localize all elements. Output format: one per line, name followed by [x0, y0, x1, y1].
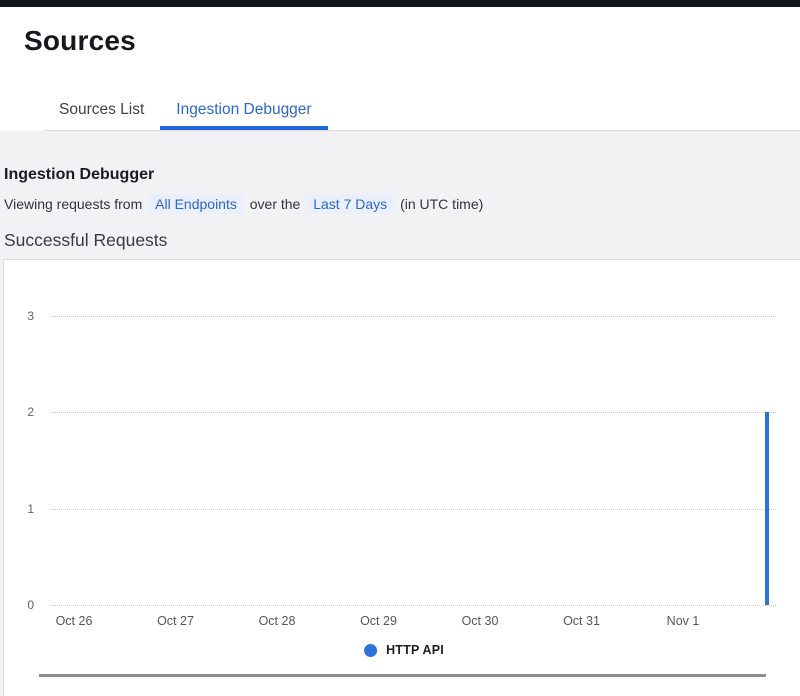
viewing-prefix-text: Viewing requests from	[4, 196, 142, 212]
section-heading: Ingestion Debugger	[3, 166, 800, 184]
window-titlebar	[0, 0, 800, 7]
viewing-suffix-text: (in UTC time)	[400, 196, 483, 212]
xtick-label-6: Nov 1	[641, 614, 725, 628]
horizontal-scrollbar[interactable]	[39, 674, 766, 677]
chart-title: Successful Requests	[3, 230, 800, 251]
date-range-filter-dropdown[interactable]: Last 7 Days	[306, 194, 394, 214]
tab-bar: Sources List Ingestion Debugger	[43, 93, 800, 131]
gridline-y-1	[51, 509, 776, 510]
gridline-y-2	[51, 412, 776, 413]
successful-requests-chart: 0 1 2 3 Oct 26 Oct 27 Oct 28 Oct 29 Oct 30 Oct 3…	[3, 259, 800, 696]
viewing-middle-text: over the	[250, 196, 301, 212]
xtick-label-3: Oct 29	[337, 614, 421, 628]
bar-http-api[interactable]	[765, 412, 769, 605]
ytick-label-2: 2	[4, 404, 34, 420]
xtick-label-0: Oct 26	[32, 614, 116, 628]
legend-series-label: HTTP API	[386, 643, 444, 657]
ytick-label-0: 0	[4, 597, 34, 613]
ingestion-debugger-panel: Ingestion Debugger Viewing requests from…	[0, 131, 800, 696]
legend-series-dot-icon	[364, 644, 377, 657]
gridline-y-0	[51, 605, 776, 606]
tab-sources-list[interactable]: Sources List	[43, 93, 160, 130]
viewing-description: Viewing requests from All Endpoints over…	[3, 194, 800, 214]
page-header: Sources Sources List Ingestion Debugger	[0, 7, 800, 131]
gridline-y-3	[51, 316, 776, 317]
page-title: Sources	[24, 22, 800, 60]
chart-legend[interactable]: HTTP API	[364, 643, 444, 657]
xtick-label-4: Oct 30	[438, 614, 522, 628]
tab-ingestion-debugger[interactable]: Ingestion Debugger	[160, 93, 327, 130]
xtick-label-5: Oct 31	[540, 614, 624, 628]
xtick-label-2: Oct 28	[235, 614, 319, 628]
ytick-label-3: 3	[4, 308, 34, 324]
xtick-label-1: Oct 27	[134, 614, 218, 628]
ytick-label-1: 1	[4, 501, 34, 517]
endpoint-filter-dropdown[interactable]: All Endpoints	[148, 194, 244, 214]
